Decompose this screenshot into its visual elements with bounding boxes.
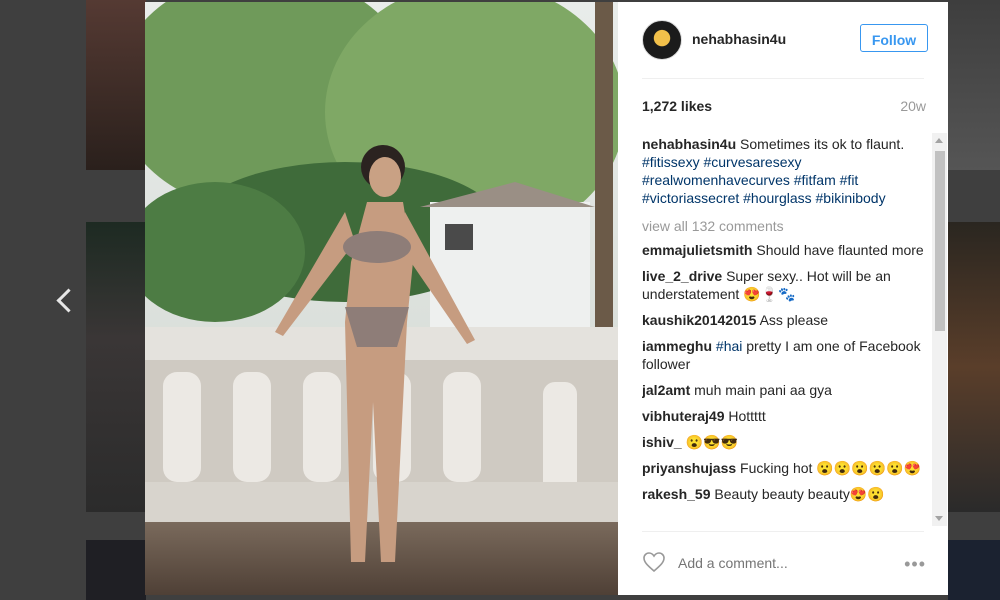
- comment-item: jal2amt muh main pani aa gya: [642, 381, 928, 399]
- follow-button[interactable]: Follow: [860, 24, 928, 52]
- comment-username[interactable]: vibhuteraj49: [642, 408, 724, 424]
- comment-item: live_2_drive Super sexy.. Hot will be an…: [642, 267, 928, 303]
- caption-hashtags[interactable]: #fitissexy #curvesaresexy #realwomenhave…: [642, 153, 928, 207]
- scroll-up-arrow-icon[interactable]: [935, 138, 943, 143]
- comment-username[interactable]: jal2amt: [642, 382, 690, 398]
- comment-item: rakesh_59 Beauty beauty beauty😍😮: [642, 485, 928, 503]
- likes-count[interactable]: 1,272 likes: [642, 98, 712, 114]
- avatar[interactable]: [642, 20, 682, 60]
- post-details-panel: nehabhasin4u Follow 1,272 likes 20w neha…: [618, 2, 948, 595]
- comment-item: iammeghu #hai pretty I am one of Faceboo…: [642, 337, 928, 373]
- caption-text: Sometimes its ok to flaunt.: [740, 136, 905, 152]
- divider: [642, 531, 924, 532]
- comment-username[interactable]: iammeghu: [642, 338, 712, 354]
- view-all-comments-link[interactable]: view all 132 comments: [642, 217, 928, 235]
- add-comment-input[interactable]: [676, 554, 880, 572]
- scrollbar-thumb[interactable]: [935, 151, 945, 331]
- background-thumbnail: [948, 0, 1000, 170]
- background-thumbnail: [86, 222, 146, 512]
- background-thumbnail: [948, 540, 1000, 600]
- caption: nehabhasin4u Sometimes its ok to flaunt.…: [642, 135, 928, 207]
- background-thumbnail: [86, 540, 146, 600]
- post-age[interactable]: 20w: [900, 98, 926, 114]
- comment-username[interactable]: live_2_drive: [642, 268, 722, 284]
- post-header: nehabhasin4u Follow: [642, 20, 928, 62]
- comment-text: Ass please: [759, 312, 829, 328]
- comment-item: ishiv_ 😮😎😎: [642, 433, 928, 451]
- comment-username[interactable]: kaushik20142015: [642, 312, 756, 328]
- chevron-left-icon[interactable]: [52, 282, 78, 318]
- more-options-icon[interactable]: •••: [904, 555, 926, 573]
- comment-text: Beauty beauty beauty😍😮: [714, 486, 885, 502]
- comment-username[interactable]: ishiv_: [642, 434, 682, 450]
- comment-hashtag[interactable]: #hai: [716, 338, 742, 354]
- comment-item: kaushik20142015 Ass please: [642, 311, 928, 329]
- background-thumbnail: [86, 0, 146, 170]
- comment-text: Fucking hot 😮😮😮😮😮😍: [740, 460, 921, 476]
- caption-username[interactable]: nehabhasin4u: [642, 136, 736, 152]
- post-modal: nehabhasin4u Follow 1,272 likes 20w neha…: [145, 2, 948, 595]
- comment-item: vibhuteraj49 Hottttt: [642, 407, 928, 425]
- post-photo: [145, 2, 618, 595]
- comments-list: nehabhasin4u Sometimes its ok to flaunt.…: [642, 135, 928, 527]
- comment-username[interactable]: rakesh_59: [642, 486, 711, 502]
- comment-text: Hottttt: [728, 408, 766, 424]
- comment-text: Should have flaunted more: [756, 242, 924, 258]
- comment-item: emmajulietsmith Should have flaunted mor…: [642, 241, 928, 259]
- comment-username[interactable]: emmajulietsmith: [642, 242, 752, 258]
- comment-text: muh main pani aa gya: [694, 382, 832, 398]
- background-thumbnail: [948, 222, 1000, 512]
- heart-icon[interactable]: [642, 550, 666, 574]
- comment-username[interactable]: priyanshujass: [642, 460, 736, 476]
- comment-text: 😮😎😎: [685, 434, 738, 450]
- post-username[interactable]: nehabhasin4u: [692, 31, 786, 47]
- divider: [642, 78, 924, 79]
- comment-item: priyanshujass Fucking hot 😮😮😮😮😮😍: [642, 459, 928, 477]
- scroll-down-arrow-icon[interactable]: [935, 516, 943, 521]
- comments-scrollbar[interactable]: [932, 133, 947, 526]
